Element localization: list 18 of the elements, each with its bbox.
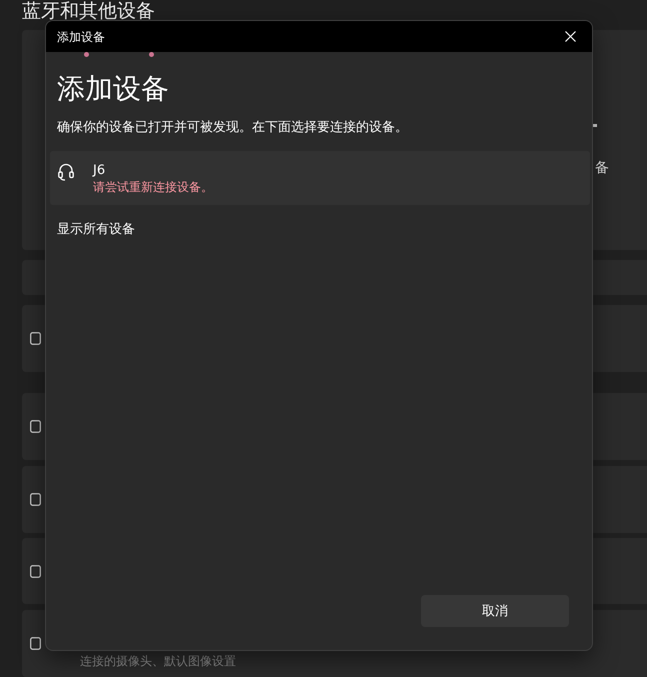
device-list-item[interactable]: J6 请尝试重新连接设备。: [50, 151, 590, 205]
device-icon: [30, 637, 41, 650]
dialog-title: 添加设备: [57, 28, 105, 44]
device-status: 请尝试重新连接设备。: [93, 179, 213, 195]
dialog-heading: 添加设备: [57, 71, 169, 107]
card-description: 连接的摄像头、默认图像设置: [80, 654, 236, 668]
close-icon: [564, 31, 576, 42]
device-icon: [30, 493, 41, 506]
show-all-devices-link[interactable]: 显示所有设备: [57, 221, 135, 239]
device-icon: [30, 332, 41, 345]
instruction-text: 确保你的设备已打开并可被发现。在下面选择要连接的设备。: [57, 119, 408, 137]
device-icon: [30, 564, 41, 578]
page-title: 蓝牙和其他设备: [22, 0, 155, 22]
device-name: J6: [93, 163, 106, 179]
headset-icon: [58, 163, 74, 181]
card-label: 备: [595, 159, 609, 177]
cancel-button[interactable]: 取消: [421, 595, 569, 627]
device-icon: [30, 420, 41, 433]
